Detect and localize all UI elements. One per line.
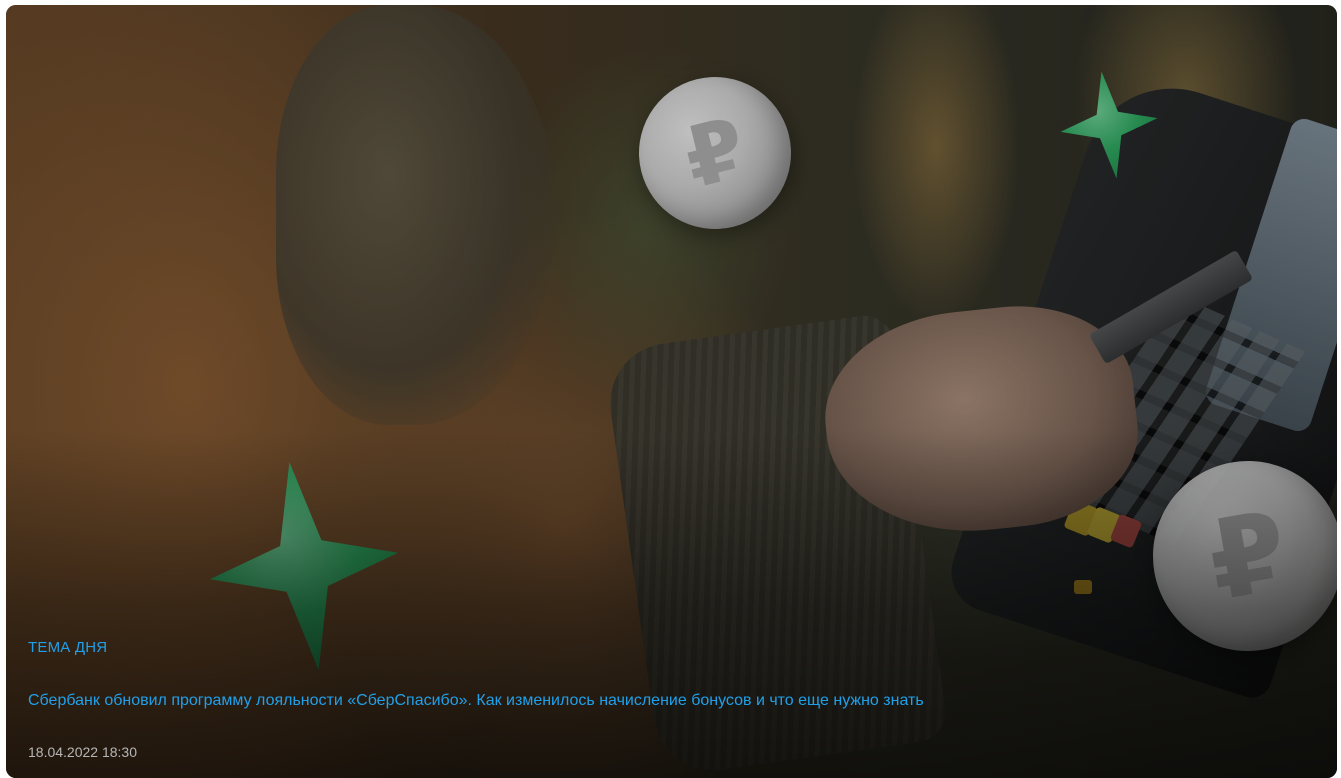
publish-date: 18.04.2022 18:30: [28, 744, 137, 760]
card-text: ТЕМА ДНЯ Сбербанк обновил программу лоял…: [28, 639, 1317, 760]
headline-link[interactable]: Сбербанк обновил программу лояльности «С…: [28, 691, 1317, 711]
news-card[interactable]: ₽ ₽ ТЕМА ДНЯ Сбербанк обновил программу …: [6, 5, 1337, 778]
topic-tag[interactable]: ТЕМА ДНЯ: [28, 639, 107, 657]
